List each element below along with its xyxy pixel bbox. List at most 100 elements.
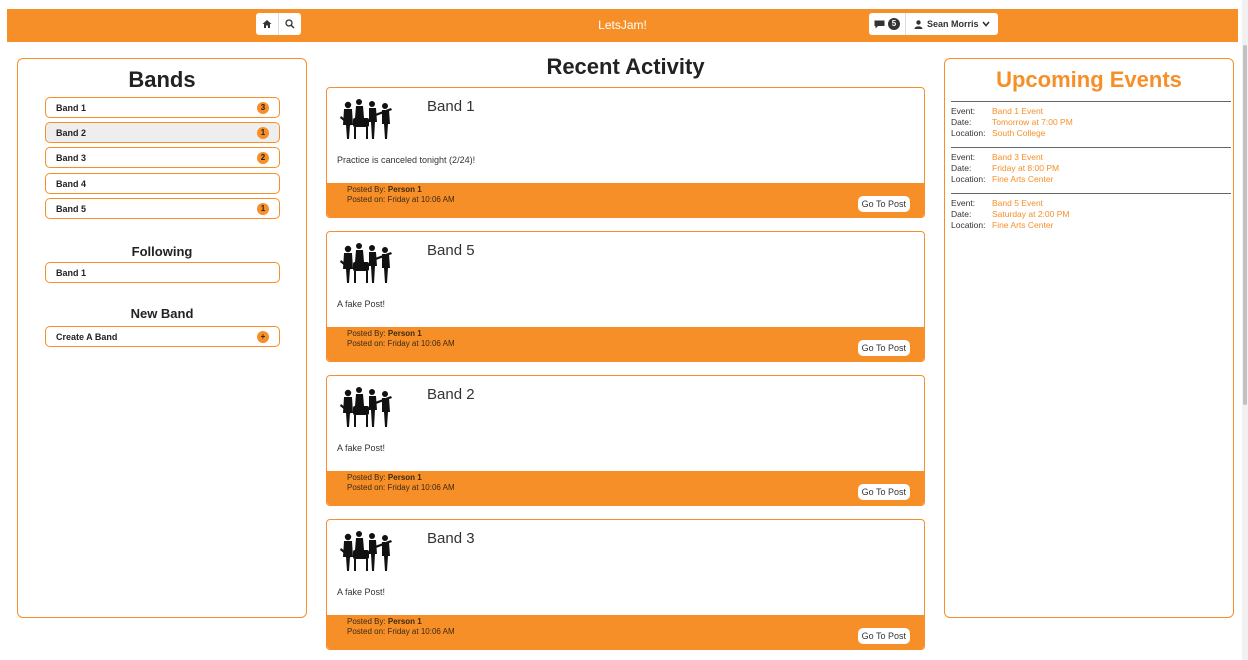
chevron-down-icon xyxy=(981,21,990,27)
date-label: Date: xyxy=(951,209,972,219)
create-band-button[interactable]: Create A Band + xyxy=(45,326,280,347)
band-item-label: Band 5 xyxy=(56,203,87,214)
band-silhouette-icon xyxy=(340,387,392,427)
post-author: Person 1 xyxy=(387,617,422,626)
go-to-post-button[interactable]: Go To Post xyxy=(857,484,910,500)
messages-count-badge: 5 xyxy=(888,18,900,30)
post-footer: Posted By: Person 1 Posted on: Friday at … xyxy=(327,327,924,361)
create-band-label: Create A Band xyxy=(56,331,118,342)
following-item-1[interactable]: Band 1 xyxy=(45,262,280,283)
event-location[interactable]: Fine Arts Center xyxy=(992,220,1053,231)
go-to-post-button[interactable]: Go To Post xyxy=(857,196,910,212)
comment-icon xyxy=(874,20,885,28)
messages-button[interactable]: 5 xyxy=(869,13,905,35)
post-band-name[interactable]: Band 2 xyxy=(427,386,475,403)
recent-activity-title: Recent Activity xyxy=(546,54,705,79)
location-label: Location: xyxy=(951,128,986,138)
band-item-1[interactable]: Band 1 3 xyxy=(45,97,280,118)
top-navbar: LetsJam! 5 Sean Morris xyxy=(7,9,1238,42)
page-scrollbar[interactable] xyxy=(1242,0,1248,660)
band-silhouette-icon xyxy=(340,243,392,283)
event-name[interactable]: Band 3 Event xyxy=(992,152,1043,163)
go-to-post-button[interactable]: Go To Post xyxy=(857,340,910,356)
posted-by: Posted By: Person 1 xyxy=(347,473,422,482)
posted-on: Posted on: Friday at 10:06 AM xyxy=(347,483,455,492)
events-title: Upcoming Events xyxy=(996,67,1182,92)
band-item-label: Band 3 xyxy=(56,152,87,163)
post-date: Friday at 10:06 AM xyxy=(387,483,455,492)
post-band-name[interactable]: Band 1 xyxy=(427,98,475,115)
post-date: Friday at 10:06 AM xyxy=(387,195,455,204)
band-silhouette-icon xyxy=(340,531,392,571)
posted-by-label: Posted By: xyxy=(347,329,386,338)
band-item-label: Band 4 xyxy=(56,178,87,189)
event-location[interactable]: South College xyxy=(992,128,1045,139)
band-item-5[interactable]: Band 5 1 xyxy=(45,198,280,219)
date-label: Date: xyxy=(951,117,972,127)
user-menu-button[interactable]: Sean Morris xyxy=(905,13,998,35)
post-card: Band 5 A fake Post! Posted By: Person 1 Pos… xyxy=(326,231,925,362)
band-notification-badge: 2 xyxy=(257,151,269,164)
brand-wrapper: LetsJam! xyxy=(7,9,1238,42)
location-label: Location: xyxy=(951,220,986,230)
band-notification-badge: 1 xyxy=(257,202,269,215)
go-to-post-button[interactable]: Go To Post xyxy=(857,628,910,644)
posted-by-label: Posted By: xyxy=(347,617,386,626)
event-name[interactable]: Band 5 Event xyxy=(992,198,1043,209)
post-text: Practice is canceled tonight (2/24)! xyxy=(337,155,476,165)
band-item-4[interactable]: Band 4 xyxy=(45,173,280,194)
band-item-2[interactable]: Band 2 1 xyxy=(45,122,280,143)
event-label: Event: xyxy=(951,152,976,162)
home-icon xyxy=(262,20,272,28)
new-band-title: New Band xyxy=(130,306,194,321)
event-item: Event: Band 3 Event Date: Friday at 8:00 PM… xyxy=(951,147,1231,185)
posted-on: Posted on: Friday at 10:06 AM xyxy=(347,339,455,348)
home-button[interactable] xyxy=(256,13,278,35)
post-card: Band 2 A fake Post! Posted By: Person 1 Pos… xyxy=(326,375,925,506)
brand-title[interactable]: LetsJam! xyxy=(598,18,647,32)
band-image xyxy=(339,240,397,286)
scroll-thumb[interactable] xyxy=(1243,45,1247,405)
posted-on: Posted on: Friday at 10:06 AM xyxy=(347,627,455,636)
event-name[interactable]: Band 1 Event xyxy=(992,106,1043,117)
post-band-name[interactable]: Band 5 xyxy=(427,242,475,259)
posted-by: Posted By: Person 1 xyxy=(347,329,422,338)
band-notification-badge: 1 xyxy=(257,126,269,139)
event-date: Tomorrow at 7:00 PM xyxy=(992,117,1073,127)
post-author: Person 1 xyxy=(387,473,422,482)
plus-icon: + xyxy=(257,330,269,343)
location-label: Location: xyxy=(951,174,986,184)
post-date: Friday at 10:06 AM xyxy=(387,339,455,348)
search-button[interactable] xyxy=(278,13,301,35)
post-date: Friday at 10:06 AM xyxy=(387,627,455,636)
posted-by-label: Posted By: xyxy=(347,473,386,482)
posted-by-label: Posted By: xyxy=(347,185,386,194)
bands-title: Bands xyxy=(128,67,196,92)
event-item: Event: Band 1 Event Date: Tomorrow at 7:00 … xyxy=(951,101,1231,139)
following-title: Following xyxy=(131,244,193,259)
post-text: A fake Post! xyxy=(337,587,386,597)
post-author: Person 1 xyxy=(387,185,422,194)
band-silhouette-icon xyxy=(340,99,392,139)
posted-on-label: Posted on: xyxy=(347,339,386,348)
search-icon xyxy=(285,19,295,29)
post-card: Band 3 A fake Post! Posted By: Person 1 Pos… xyxy=(326,519,925,650)
event-date: Saturday at 2:00 PM xyxy=(992,209,1070,219)
post-text: A fake Post! xyxy=(337,443,386,453)
event-location[interactable]: Fine Arts Center xyxy=(992,174,1053,185)
band-image xyxy=(339,384,397,430)
nav-left-buttons xyxy=(256,13,301,35)
event-item: Event: Band 5 Event Date: Saturday at 2:00 … xyxy=(951,193,1231,231)
following-item-label: Band 1 xyxy=(56,267,87,278)
date-label: Date: xyxy=(951,163,972,173)
nav-right-buttons: 5 Sean Morris xyxy=(869,13,998,35)
post-text: A fake Post! xyxy=(337,299,386,309)
post-band-name[interactable]: Band 3 xyxy=(427,530,475,547)
band-item-3[interactable]: Band 3 2 xyxy=(45,147,280,168)
band-item-label: Band 1 xyxy=(56,102,87,113)
post-card: Band 1 Practice is canceled tonight (2/24… xyxy=(326,87,925,218)
user-name: Sean Morris xyxy=(927,19,979,29)
post-footer: Posted By: Person 1 Posted on: Friday at … xyxy=(327,183,924,217)
bands-panel: Bands Band 1 3 Band 2 1 Band 3 2 Band 4 … xyxy=(17,58,307,618)
post-footer: Posted By: Person 1 Posted on: Friday at … xyxy=(327,471,924,505)
